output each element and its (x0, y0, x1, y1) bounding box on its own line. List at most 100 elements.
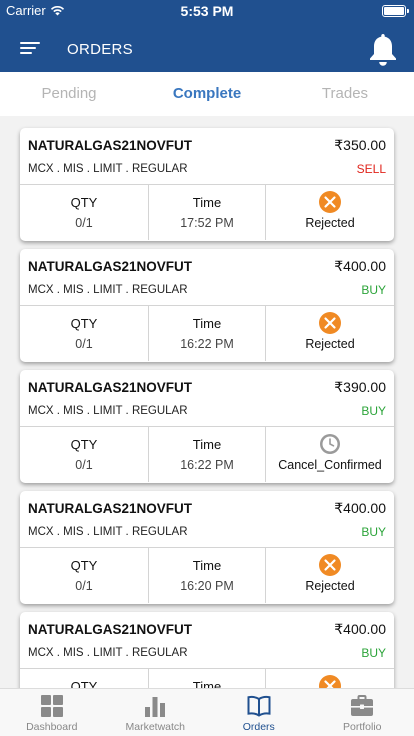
order-side: BUY (361, 525, 386, 539)
order-tabs: Pending Complete Trades (0, 72, 414, 116)
order-meta: MCX . MIS . LIMIT . REGULAR (28, 405, 188, 417)
qty-cell: QTY (20, 669, 149, 688)
tab-orders[interactable]: Orders (207, 689, 311, 736)
qty-value: 0/1 (75, 579, 93, 593)
order-details: QTY 0/1 Time 16:22 PM Rejected (20, 306, 394, 361)
order-card[interactable]: NATURALGAS21NOVFUT ₹400.00 MCX . MIS . LIM… (20, 491, 394, 604)
qty-cell: QTY 0/1 (20, 185, 149, 240)
status-label: Rejected (305, 579, 355, 593)
status-label: Rejected (305, 337, 355, 351)
order-header: NATURALGAS21NOVFUT ₹350.00 MCX . MIS . LIM… (20, 128, 394, 185)
qty-cell: QTY 0/1 (20, 548, 149, 603)
qty-label: QTY (70, 316, 98, 331)
rejected-icon (319, 312, 341, 334)
time-label: Time (192, 558, 222, 573)
order-price: ₹350.00 (334, 137, 386, 153)
time-label: Time (192, 316, 222, 331)
order-meta: MCX . MIS . LIMIT . REGULAR (28, 163, 188, 175)
tab-dashboard[interactable]: Dashboard (0, 689, 104, 736)
status-label: Rejected (305, 216, 355, 230)
order-price: ₹400.00 (334, 258, 386, 274)
order-header: NATURALGAS21NOVFUT ₹390.00 MCX . MIS . LIM… (20, 370, 394, 427)
tab-bar: Dashboard Marketwatch Orders Portfolio (0, 688, 414, 736)
status-cell: Rejected (266, 185, 394, 240)
qty-label: QTY (70, 679, 98, 688)
order-price: ₹400.00 (334, 621, 386, 637)
qty-value: 0/1 (75, 458, 93, 472)
tab-portfolio[interactable]: Portfolio (311, 689, 414, 736)
order-price: ₹400.00 (334, 500, 386, 516)
time-label: Time (192, 679, 222, 688)
status-cell: Rejected (266, 548, 394, 603)
clock: 5:53 PM (180, 3, 234, 19)
order-price: ₹390.00 (334, 379, 386, 395)
tab-marketwatch[interactable]: Marketwatch (104, 689, 208, 736)
qty-cell: QTY 0/1 (20, 306, 149, 361)
rejected-icon (319, 675, 341, 688)
order-details: QTY 0/1 Time 17:52 PM Rejected (20, 185, 394, 240)
order-side: SELL (356, 162, 386, 176)
rejected-icon (319, 191, 341, 213)
time-value: 16:20 PM (180, 579, 234, 593)
time-label: Time (192, 195, 222, 210)
order-symbol: NATURALGAS21NOVFUT (28, 622, 193, 637)
order-symbol: NATURALGAS21NOVFUT (28, 501, 193, 516)
order-symbol: NATURALGAS21NOVFUT (28, 259, 193, 274)
qty-cell: QTY 0/1 (20, 427, 149, 482)
order-card[interactable]: NATURALGAS21NOVFUT ₹350.00 MCX . MIS . LIM… (20, 128, 394, 241)
time-cell: Time (149, 669, 266, 688)
order-header: NATURALGAS21NOVFUT ₹400.00 MCX . MIS . LIM… (20, 612, 394, 669)
order-symbol: NATURALGAS21NOVFUT (28, 380, 193, 395)
rejected-icon (319, 554, 341, 576)
status-cell: Rejected (266, 306, 394, 361)
time-label: Time (192, 437, 222, 452)
qty-label: QTY (70, 195, 98, 210)
status-bar: Carrier 5:53 PM (0, 0, 414, 22)
orders-list[interactable]: NATURALGAS21NOVFUT ₹350.00 MCX . MIS . LIM… (0, 116, 414, 688)
order-details: QTY Time (20, 669, 394, 688)
time-value: 17:52 PM (180, 216, 234, 230)
order-meta: MCX . MIS . LIMIT . REGULAR (28, 526, 188, 538)
order-meta: MCX . MIS . LIMIT . REGULAR (28, 647, 188, 659)
tab-complete[interactable]: Complete (138, 72, 276, 116)
order-meta: MCX . MIS . LIMIT . REGULAR (28, 284, 188, 296)
time-cell: Time 16:22 PM (149, 427, 266, 482)
order-side: BUY (361, 404, 386, 418)
time-value: 16:22 PM (180, 458, 234, 472)
order-details: QTY 0/1 Time 16:22 PM Cancel_Confirmed (20, 427, 394, 482)
qty-value: 0/1 (75, 216, 93, 230)
page-title: ORDERS (67, 41, 133, 58)
bar-chart-icon (145, 697, 166, 717)
order-card[interactable]: NATURALGAS21NOVFUT ₹400.00 MCX . MIS . LIM… (20, 249, 394, 362)
time-cell: Time 17:52 PM (149, 185, 266, 240)
order-side: BUY (361, 283, 386, 297)
hamburger-icon[interactable] (20, 42, 40, 56)
dashboard-icon (40, 695, 63, 717)
time-cell: Time 16:20 PM (149, 548, 266, 603)
order-header: NATURALGAS21NOVFUT ₹400.00 MCX . MIS . LIM… (20, 249, 394, 306)
order-card[interactable]: NATURALGAS21NOVFUT ₹400.00 MCX . MIS . LIM… (20, 612, 394, 688)
qty-label: QTY (70, 437, 98, 452)
tab-dashboard-label: Dashboard (26, 721, 78, 733)
status-cell: Cancel_Confirmed (266, 427, 394, 482)
book-icon (247, 695, 271, 717)
time-cell: Time 16:22 PM (149, 306, 266, 361)
qty-label: QTY (70, 558, 98, 573)
order-symbol: NATURALGAS21NOVFUT (28, 138, 193, 153)
tab-marketwatch-label: Marketwatch (125, 721, 186, 733)
tab-trades[interactable]: Trades (276, 72, 414, 116)
tab-portfolio-label: Portfolio (342, 721, 382, 733)
order-card[interactable]: NATURALGAS21NOVFUT ₹390.00 MCX . MIS . LIM… (20, 370, 394, 483)
tab-pending[interactable]: Pending (0, 72, 138, 116)
status-label: Cancel_Confirmed (278, 458, 382, 472)
qty-value: 0/1 (75, 337, 93, 351)
battery-icon (382, 5, 409, 17)
order-side: BUY (361, 646, 386, 660)
status-cell (266, 669, 394, 688)
clock-icon (320, 434, 340, 454)
nav-bar: ORDERS (0, 22, 414, 72)
tab-orders-label: Orders (242, 721, 275, 733)
bell-icon[interactable] (366, 31, 400, 67)
briefcase-icon (351, 695, 374, 716)
order-header: NATURALGAS21NOVFUT ₹400.00 MCX . MIS . LIM… (20, 491, 394, 548)
